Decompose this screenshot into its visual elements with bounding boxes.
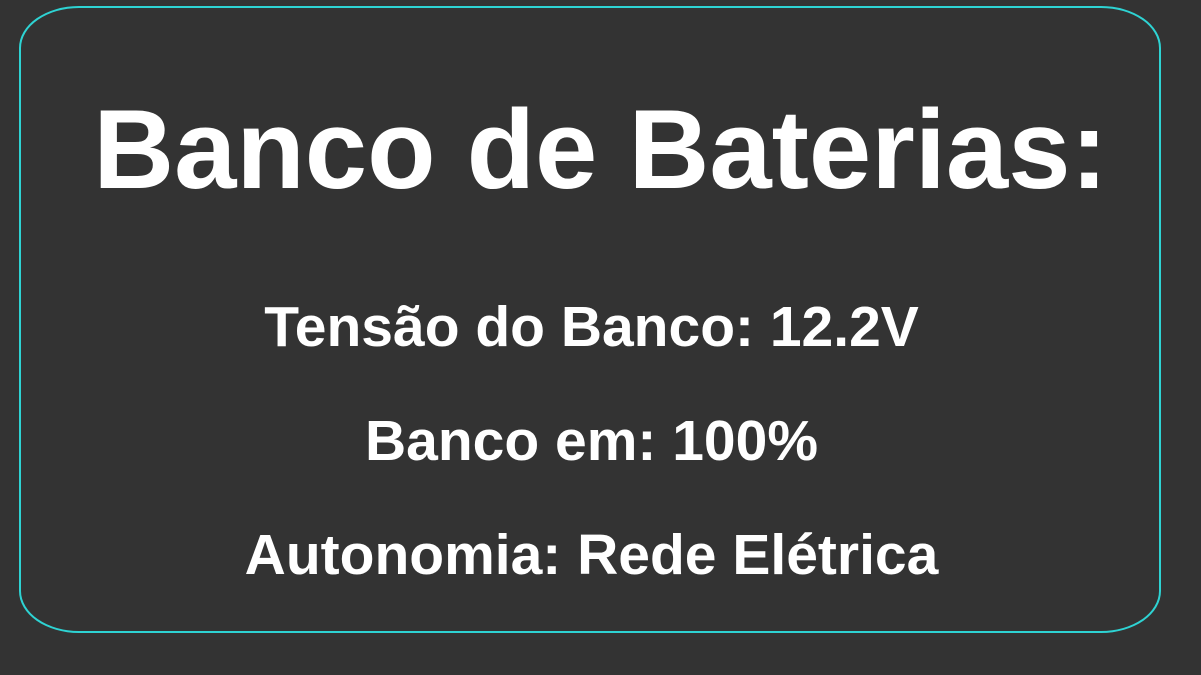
autonomy-text: Autonomia: Rede Elétrica [244, 523, 939, 587]
bank-voltage-text: Tensão do Banco: 12.2V [264, 295, 919, 359]
panel-title: Banco de Baterias: [93, 87, 1108, 212]
bank-charge-text: Banco em: 100% [364, 409, 819, 473]
